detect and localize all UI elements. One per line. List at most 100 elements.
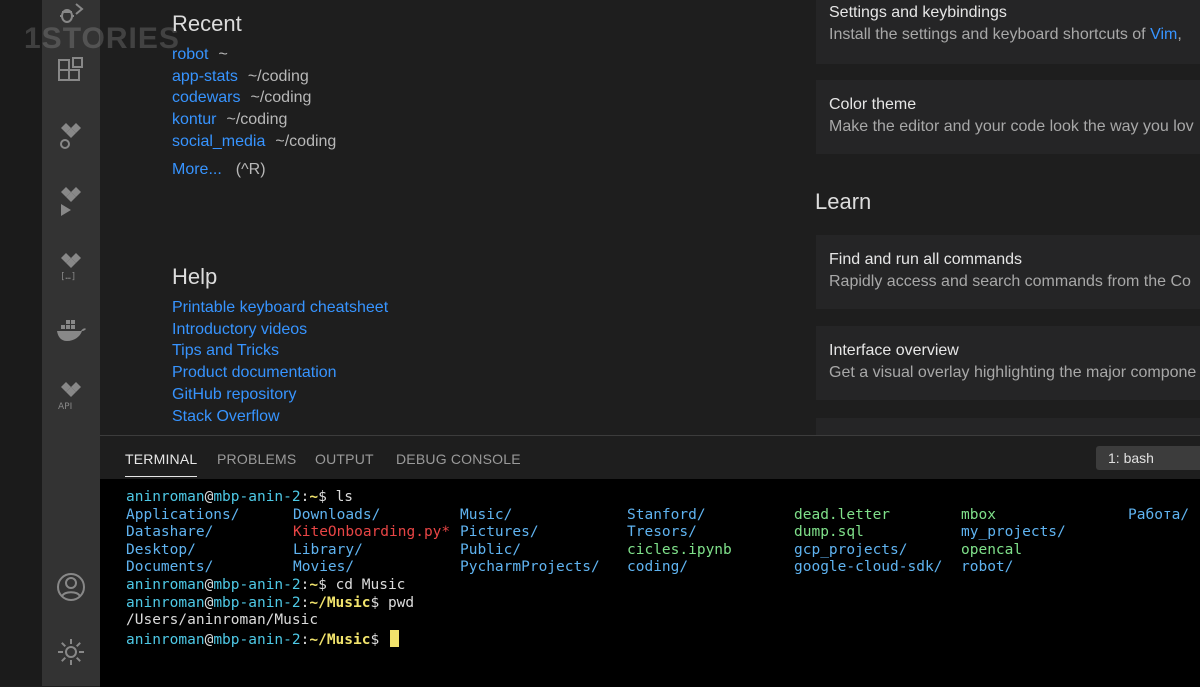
prompt-command: pwd bbox=[387, 594, 415, 611]
card-title: Find and run all commands bbox=[829, 251, 1022, 268]
recent-item[interactable]: kontur ~/coding bbox=[172, 109, 336, 131]
more-recent-shortcut: (^R) bbox=[235, 160, 266, 178]
ls-output-row: Datashare/KiteOnboarding.py* Pictures/Tre… bbox=[126, 524, 1066, 542]
tab-debug-console[interactable]: DEBUG CONSOLE bbox=[396, 451, 521, 467]
ls-output-row: Documents/Movies/PycharmProjects/coding/… bbox=[126, 559, 1013, 577]
api-icon[interactable]: API bbox=[42, 376, 100, 416]
ls-entry: cicles.ipynb bbox=[627, 541, 732, 558]
prompt-host: mbp-anin-2 bbox=[213, 594, 301, 611]
card-title: Settings and keybindings bbox=[829, 4, 1007, 21]
welcome-page: Recent robot ~ app-stats ~/coding codewars… bbox=[100, 0, 1200, 435]
recent-title: Recent bbox=[172, 11, 242, 36]
recent-item-name[interactable]: codewars bbox=[172, 89, 240, 106]
help-title: Help bbox=[172, 264, 218, 289]
prompt-host: mbp-anin-2 bbox=[213, 631, 301, 648]
terminal-prompt-line: aninroman@mbp-anin-2:~/Music$ bbox=[126, 629, 414, 648]
card-title: Interface overview bbox=[829, 342, 959, 359]
recent-item-path: ~ bbox=[218, 46, 228, 63]
help-link-videos[interactable]: Introductory videos bbox=[172, 319, 388, 341]
left-edge-strip bbox=[0, 0, 42, 686]
help-link-stackoverflow[interactable]: Stack Overflow bbox=[172, 406, 388, 428]
extensions-icon[interactable] bbox=[42, 51, 100, 91]
help-link-docs[interactable]: Product documentation bbox=[172, 362, 388, 384]
prompt-at: @ bbox=[204, 576, 214, 593]
ls-entry: my_projects/ bbox=[961, 524, 1066, 541]
prompt-path: ~/Music bbox=[309, 631, 371, 648]
ls-entry: Public/ bbox=[460, 541, 522, 558]
terminal-prompt-line: aninroman@mbp-anin-2:~$ cd Music bbox=[126, 577, 414, 595]
card-desc: Get a visual overlay highlighting the ma… bbox=[829, 364, 1197, 381]
recent-item[interactable]: robot ~ bbox=[172, 44, 336, 66]
prompt-host: mbp-anin-2 bbox=[213, 489, 301, 505]
terminal-output[interactable]: aninroman@mbp-anin-2:~$ ls Applications/D… bbox=[126, 489, 1189, 648]
prompt-host: mbp-anin-2 bbox=[213, 576, 301, 593]
recent-item[interactable]: app-stats ~/coding bbox=[172, 66, 336, 88]
account-icon[interactable] bbox=[42, 567, 100, 607]
prompt-dollar: $ bbox=[318, 489, 336, 505]
ls-entry: Stanford/ bbox=[627, 506, 706, 523]
terminal-panel: TERMINAL PROBLEMS OUTPUT DEBUG CONSOLE 1… bbox=[100, 435, 1200, 687]
help-link-github[interactable]: GitHub repository bbox=[172, 384, 388, 406]
terminal-prompt-line: aninroman@mbp-anin-2:~$ ls bbox=[126, 489, 414, 507]
ls-entry: robot/ bbox=[961, 559, 1014, 576]
ls-entry: PycharmProjects/ bbox=[460, 559, 600, 576]
prompt-user: aninroman bbox=[126, 576, 205, 593]
prompt-at: @ bbox=[204, 594, 214, 611]
ls-entry: mbox bbox=[961, 506, 996, 523]
ls-entry: Movies/ bbox=[293, 559, 355, 576]
card-color-theme[interactable]: Color theme Make the editor and your cod… bbox=[816, 80, 1200, 154]
ls-entry: dump.sql bbox=[794, 524, 864, 541]
kite-snippet-icon[interactable]: […] bbox=[42, 246, 100, 286]
card-find-commands[interactable]: Find and run all commands Rapidly access… bbox=[816, 235, 1200, 309]
tab-terminal[interactable]: TERMINAL bbox=[125, 451, 198, 477]
prompt-dollar: $ bbox=[370, 631, 388, 648]
card-interface-overview[interactable]: Interface overview Get a visual overlay … bbox=[816, 326, 1200, 400]
vim-link[interactable]: Vim bbox=[1150, 26, 1177, 43]
ls-entry: Library/ bbox=[293, 541, 363, 558]
card-desc: Make the editor and your code look the w… bbox=[829, 118, 1194, 135]
kite-run-icon[interactable] bbox=[42, 180, 100, 220]
ls-entry: Работа/ bbox=[1128, 506, 1190, 523]
docker-icon[interactable] bbox=[42, 311, 100, 351]
watermark-logo: 1STORIES bbox=[24, 22, 180, 55]
recent-item[interactable]: social_media ~/coding bbox=[172, 131, 336, 153]
recent-item-path: ~/coding bbox=[275, 132, 337, 150]
ls-entry: Pictures/ bbox=[460, 524, 539, 541]
ls-entry: dead.letter bbox=[794, 506, 891, 523]
recent-item-name[interactable]: kontur bbox=[172, 111, 216, 128]
help-link-cheatsheet[interactable]: Printable keyboard cheatsheet bbox=[172, 297, 388, 319]
pwd-output: /Users/aninroman/Music bbox=[126, 612, 319, 629]
kite-plugin-icon[interactable] bbox=[42, 116, 100, 156]
prompt-user: aninroman bbox=[126, 631, 205, 648]
terminal-shell-select[interactable]: 1: bash bbox=[1096, 446, 1200, 470]
prompt-dollar: $ bbox=[318, 576, 336, 593]
ls-entry: Downloads/ bbox=[293, 506, 381, 523]
ls-entry: opencal bbox=[961, 541, 1023, 558]
recent-item-name[interactable]: social_media bbox=[172, 133, 265, 150]
recent-item-name[interactable]: app-stats bbox=[172, 68, 238, 85]
pwd-output-line: /Users/aninroman/Music bbox=[126, 612, 414, 630]
card-partial[interactable] bbox=[816, 418, 1200, 435]
card-settings-keybindings[interactable]: Settings and keybindings Install the set… bbox=[816, 0, 1200, 64]
more-recent-link[interactable]: More... bbox=[172, 161, 222, 178]
tab-problems[interactable]: PROBLEMS bbox=[217, 451, 296, 467]
ls-entry: KiteOnboarding.py* bbox=[293, 524, 451, 541]
ls-entry: Datashare/ bbox=[126, 524, 214, 541]
panel-header: TERMINAL PROBLEMS OUTPUT DEBUG CONSOLE 1… bbox=[100, 436, 1200, 479]
prompt-path: ~ bbox=[309, 576, 319, 593]
activity-bar: […] API bbox=[42, 0, 100, 686]
tab-output[interactable]: OUTPUT bbox=[315, 451, 374, 467]
recent-item-path: ~/coding bbox=[226, 111, 288, 129]
ls-entry: Documents/ bbox=[126, 559, 214, 576]
ls-entry: google-cloud-sdk/ bbox=[794, 559, 943, 576]
card-desc: Install the settings and keyboard shortc… bbox=[829, 26, 1182, 43]
recent-item-path: ~/coding bbox=[250, 89, 312, 107]
terminal-prompt-line: aninroman@mbp-anin-2:~/Music$ pwd bbox=[126, 595, 414, 613]
gear-icon[interactable] bbox=[42, 632, 100, 672]
prompt-at: @ bbox=[204, 631, 214, 648]
recent-item-path: ~/coding bbox=[247, 67, 309, 85]
help-link-tips[interactable]: Tips and Tricks bbox=[172, 340, 388, 362]
svg-text:API: API bbox=[58, 402, 72, 412]
recent-list: robot ~ app-stats ~/coding codewars ~/codin… bbox=[172, 44, 336, 180]
recent-item[interactable]: codewars ~/coding bbox=[172, 87, 336, 109]
